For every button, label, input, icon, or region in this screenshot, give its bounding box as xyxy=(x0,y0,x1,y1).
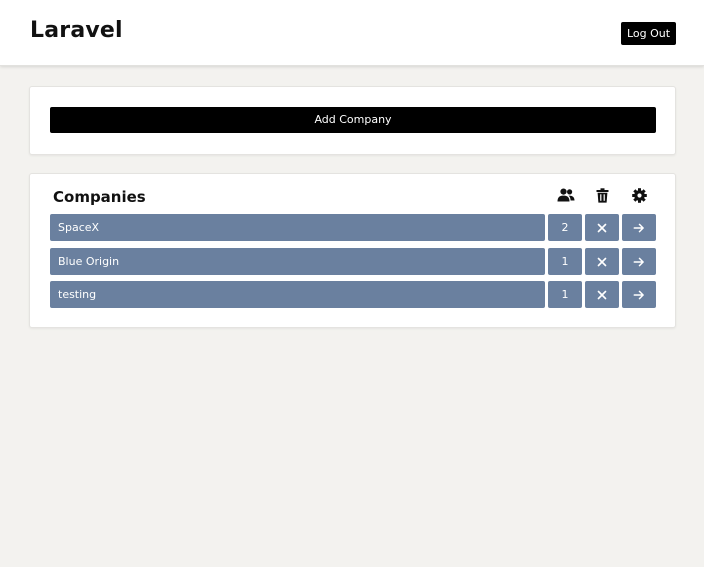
arrow-right-icon xyxy=(633,257,644,266)
arrow-right-icon xyxy=(633,290,644,299)
close-icon xyxy=(597,223,607,232)
companies-card: Companies SpaceX 2 Blue Origin 1 testing… xyxy=(29,173,676,328)
delete-company-button[interactable] xyxy=(585,214,619,241)
open-company-button[interactable] xyxy=(622,281,656,308)
arrow-right-icon xyxy=(633,223,644,232)
delete-company-button[interactable] xyxy=(585,281,619,308)
companies-title: Companies xyxy=(53,188,146,206)
top-navigation-bar: Laravel Log Out xyxy=(0,0,704,66)
company-row: SpaceX 2 xyxy=(50,214,656,241)
company-name[interactable]: testing xyxy=(50,281,545,308)
users-icon[interactable] xyxy=(556,186,576,204)
company-name[interactable]: Blue Origin xyxy=(50,248,545,275)
add-company-card: Add Company xyxy=(29,86,676,155)
add-company-button[interactable]: Add Company xyxy=(50,107,656,133)
open-company-button[interactable] xyxy=(622,248,656,275)
company-user-count: 1 xyxy=(548,248,582,275)
app-brand: Laravel xyxy=(30,18,123,43)
logout-button[interactable]: Log Out xyxy=(621,22,676,45)
company-name[interactable]: SpaceX xyxy=(50,214,545,241)
close-icon xyxy=(597,257,607,266)
company-user-count: 1 xyxy=(548,281,582,308)
company-row: Blue Origin 1 xyxy=(50,248,656,275)
open-company-button[interactable] xyxy=(622,214,656,241)
company-user-count: 2 xyxy=(548,214,582,241)
close-icon xyxy=(597,290,607,299)
gear-icon[interactable] xyxy=(629,186,649,204)
trash-icon[interactable] xyxy=(592,186,612,204)
delete-company-button[interactable] xyxy=(585,248,619,275)
company-row: testing 1 xyxy=(50,281,656,308)
